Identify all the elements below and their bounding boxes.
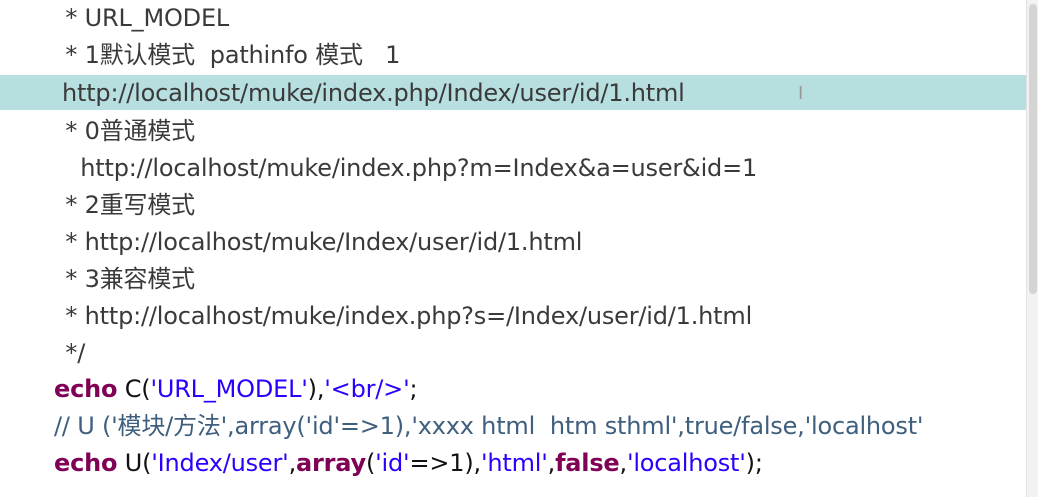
string-id: 'id' xyxy=(375,449,410,477)
string-localhost: 'localhost' xyxy=(626,449,746,477)
string-index-user: 'Index/user' xyxy=(151,449,289,477)
code-line-1: * URL_MODEL xyxy=(58,4,230,32)
call-u: U( xyxy=(117,449,152,477)
code-line-6: * 2重写模式 xyxy=(58,191,195,219)
closing: ); xyxy=(745,449,763,477)
code-editor[interactable]: * URL_MODEL * 1默认模式 pathinfo 模式 1 http:/… xyxy=(0,0,1038,497)
code-line-4: * 0普通模式 xyxy=(58,117,195,145)
scrollbar-thumb[interactable] xyxy=(1029,4,1037,294)
code-line-5: http://localhost/muke/index.php?m=Index&… xyxy=(58,154,758,182)
string-html: 'html' xyxy=(480,449,548,477)
arrow-value: =>1), xyxy=(409,449,481,477)
code-line-2: * 1默认模式 pathinfo 模式 1 xyxy=(58,41,401,69)
code-line-echo-c: echo C('URL_MODEL'),'<br/>'; xyxy=(54,371,418,407)
code-line-echo-u: echo U('Index/user',array('id'=>1),'html… xyxy=(54,445,763,481)
array-keyword: array xyxy=(296,449,366,477)
vertical-scrollbar[interactable] xyxy=(1026,0,1038,497)
code-line-3: http://localhost/muke/index.php/Index/us… xyxy=(62,79,685,107)
separator: ), xyxy=(307,375,325,403)
echo-keyword: echo xyxy=(54,449,118,477)
comma: , xyxy=(288,449,297,477)
string-url-model: 'URL_MODEL' xyxy=(150,375,308,403)
semicolon: ; xyxy=(409,375,418,403)
paren: ( xyxy=(365,449,376,477)
comma: , xyxy=(619,449,628,477)
code-line-8: * 3兼容模式 xyxy=(58,265,195,293)
false-keyword: false xyxy=(555,449,620,477)
code-line-9: * http://localhost/muke/index.php?s=/Ind… xyxy=(58,302,753,330)
echo-keyword: echo xyxy=(54,375,118,403)
code-line-comment-u: // U ('模块/方法',array('id'=>1),'xxxx html … xyxy=(54,412,924,440)
code-line-7: * http://localhost/muke/Index/user/id/1.… xyxy=(58,228,583,256)
code-line-10: */ xyxy=(58,339,86,367)
comma: , xyxy=(547,449,556,477)
string-br: '<br/>' xyxy=(324,375,410,403)
text-cursor-icon: I xyxy=(798,83,804,104)
call-c: C( xyxy=(117,375,151,403)
